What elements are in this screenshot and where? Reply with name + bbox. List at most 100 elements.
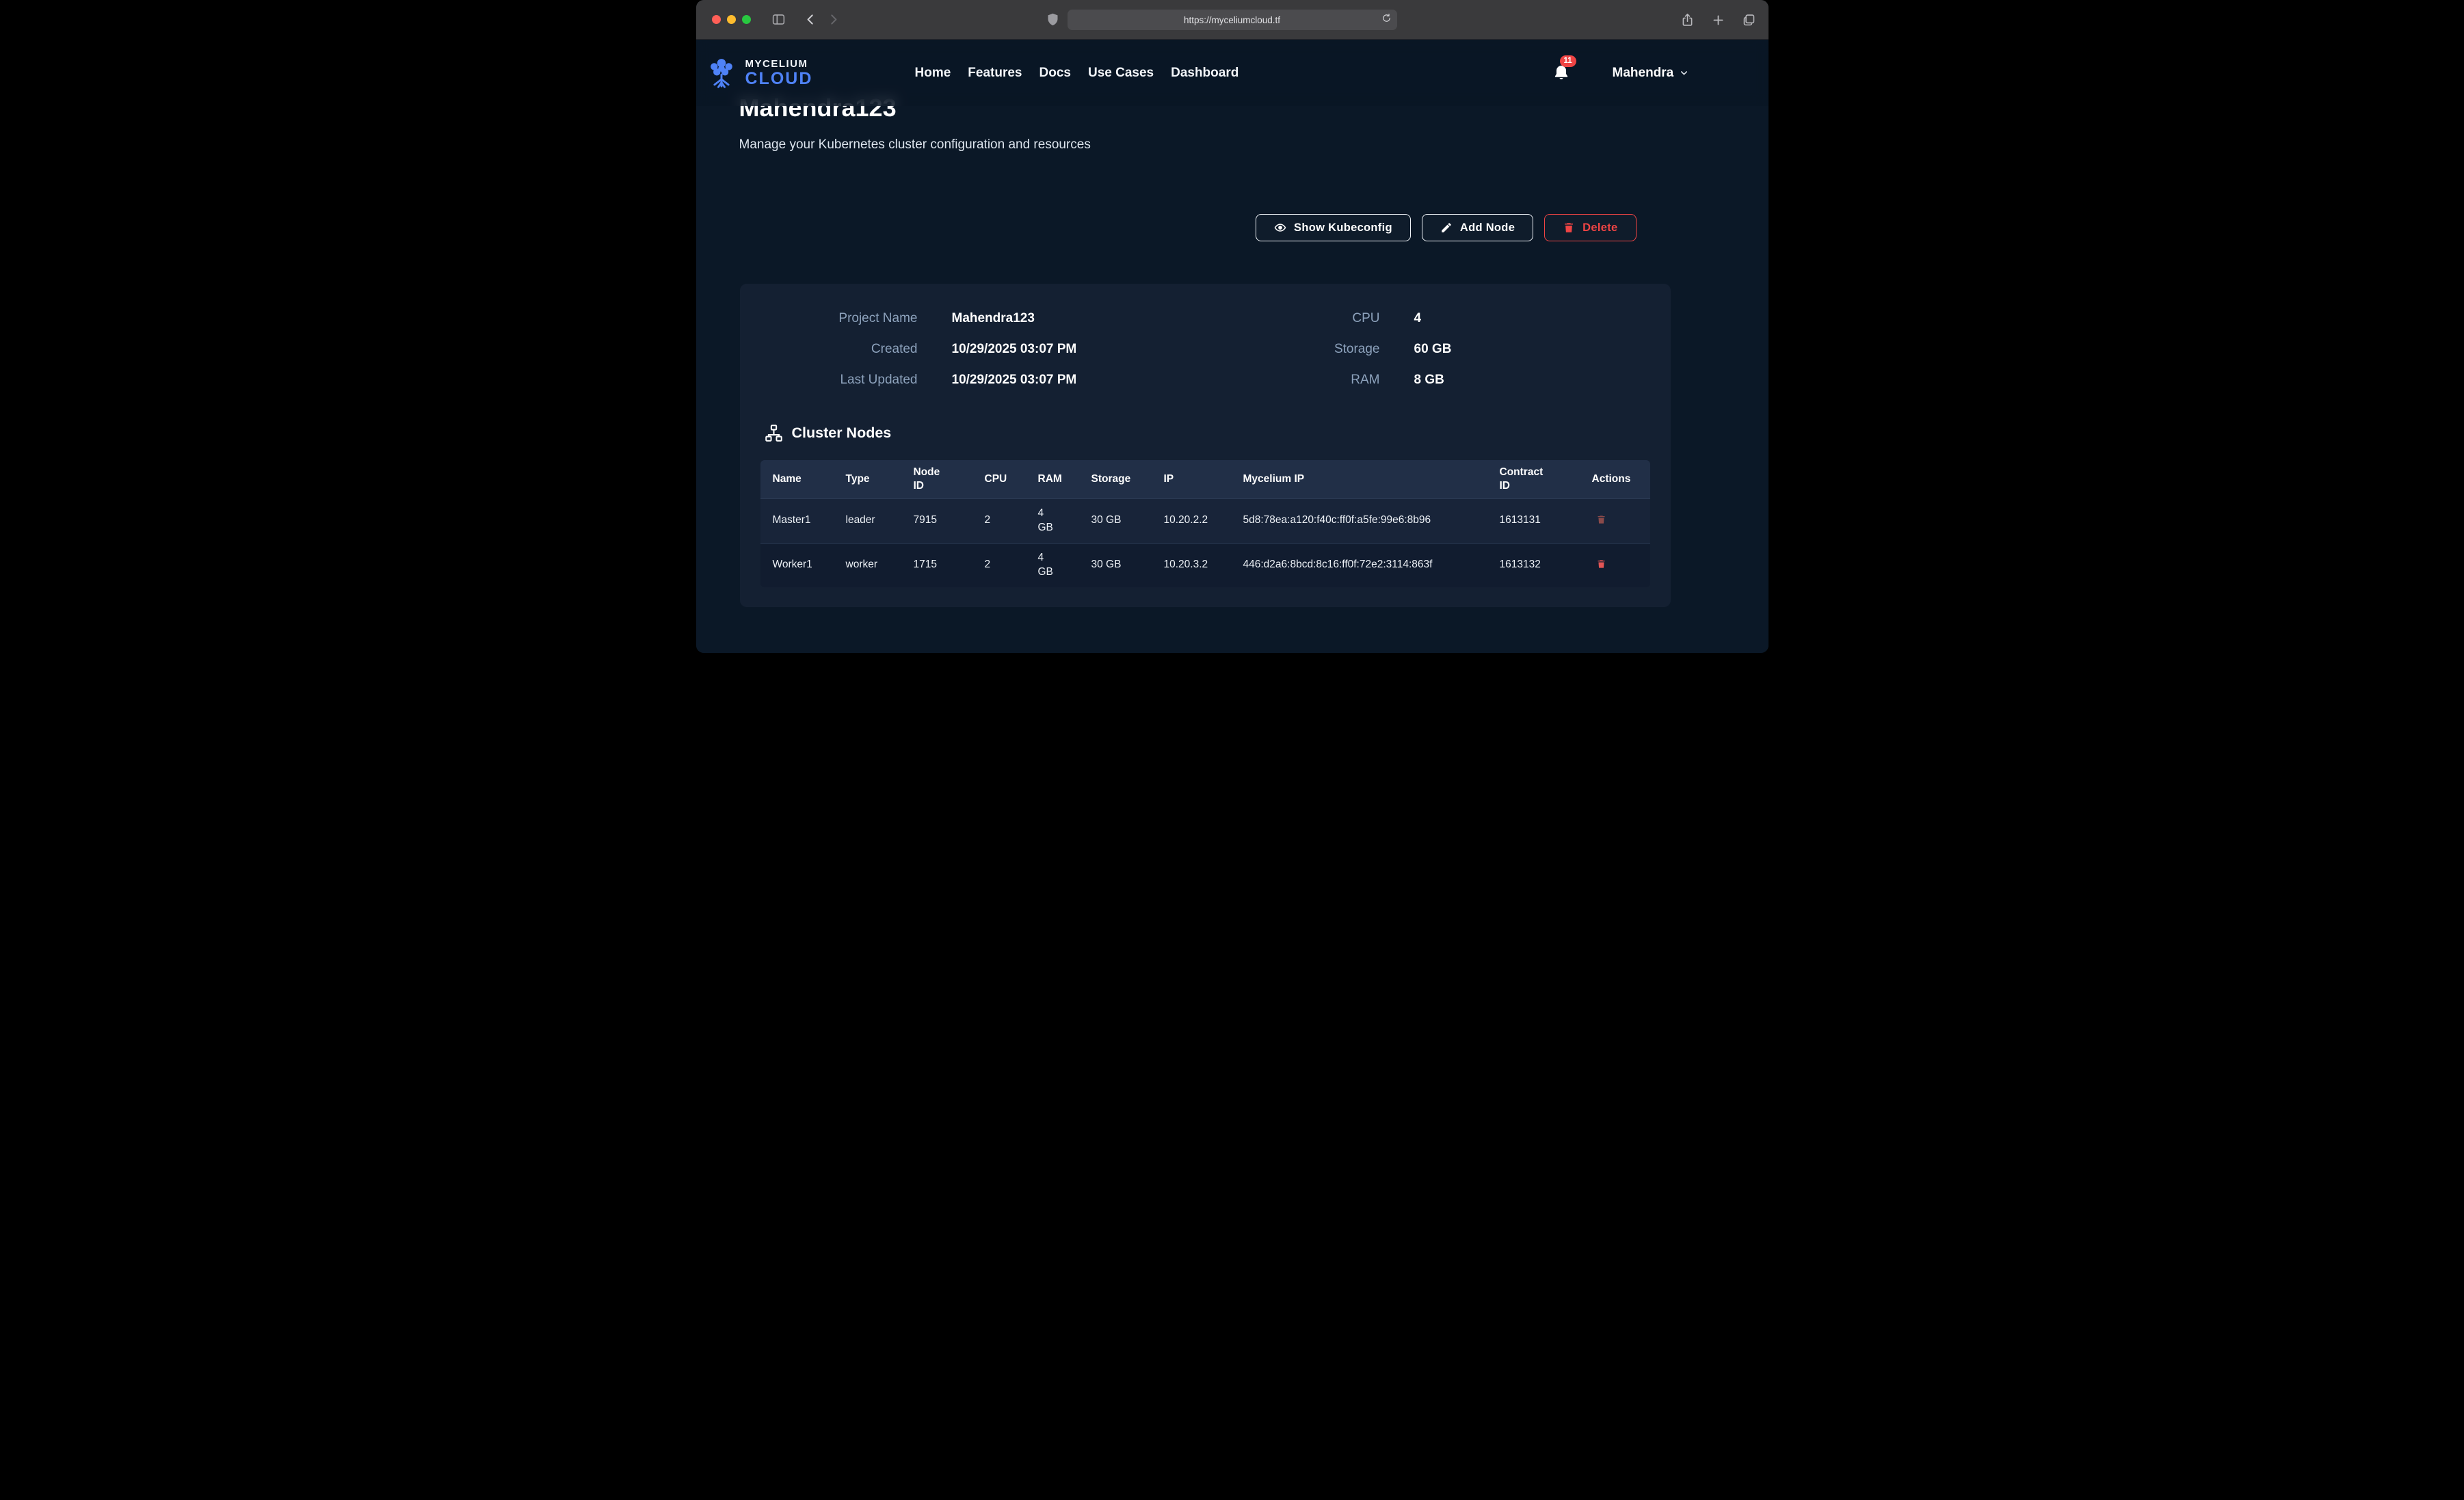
brand-logo-icon (703, 55, 740, 92)
window-controls (712, 15, 751, 24)
detail-value-ram: 8 GB (1380, 364, 1671, 395)
nodes-table-wrap: Name Type Node ID CPU RAM Storage IP Myc… (760, 460, 1650, 587)
nav-item-use-cases[interactable]: Use Cases (1088, 66, 1154, 81)
col-node-id: Node ID (901, 460, 972, 498)
show-kubeconfig-label: Show Kubeconfig (1294, 222, 1392, 235)
brand-wordmark: MYCELIUM CLOUD (745, 59, 813, 88)
cell-type: worker (834, 543, 901, 587)
col-storage: Storage (1079, 460, 1152, 498)
notification-badge: 11 (1560, 55, 1576, 68)
pencil-icon (1440, 222, 1453, 234)
cell-cpu: 2 (972, 498, 1026, 543)
forward-icon[interactable] (826, 12, 840, 27)
nav-item-features[interactable]: Features (968, 66, 1022, 81)
user-name: Mahendra (1613, 66, 1674, 81)
detail-value-project-name: Mahendra123 (918, 303, 1184, 334)
browser-toolbar: https://myceliumcloud.tf (696, 0, 1768, 40)
cell-node-id: 1715 (901, 543, 972, 587)
cell-contract-id: 1613132 (1487, 543, 1580, 587)
cluster-nodes-header: Cluster Nodes (740, 424, 1671, 442)
tab-overview-icon[interactable] (1742, 13, 1756, 27)
table-row: Master1 leader 7915 2 4 GB 30 GB 10.20.2… (760, 498, 1650, 543)
cell-actions (1580, 498, 1650, 543)
cluster-details: Project Name Mahendra123 CPU 4 Created 1… (740, 284, 1671, 395)
detail-label: RAM (1184, 364, 1380, 395)
cluster-actions: Show Kubeconfig Add Node Delete (1256, 214, 1636, 241)
address-bar[interactable]: https://myceliumcloud.tf (1068, 10, 1397, 30)
cell-storage: 30 GB (1079, 498, 1152, 543)
toolbar-right (1680, 0, 1756, 40)
cell-ram: 4 GB (1026, 498, 1079, 543)
delete-node-button[interactable] (1592, 511, 1611, 528)
site-navbar: MYCELIUM CLOUD Home Features Docs Use Ca… (696, 40, 1768, 106)
nav-links: Home Features Docs Use Cases Dashboard (915, 40, 1239, 106)
add-node-label: Add Node (1460, 222, 1515, 235)
detail-label: CPU (1184, 303, 1380, 334)
col-name: Name (760, 460, 834, 498)
nav-item-dashboard[interactable]: Dashboard (1171, 66, 1238, 81)
col-actions: Actions (1580, 460, 1650, 498)
eye-icon (1274, 222, 1286, 234)
trash-icon (1596, 558, 1606, 570)
table-header-row: Name Type Node ID CPU RAM Storage IP Myc… (760, 460, 1650, 498)
detail-label: Storage (1184, 334, 1380, 364)
brand-line2: CLOUD (745, 70, 813, 88)
cell-mycelium-ip: 446:d2a6:8bcd:8c16:ff0f:72e2:3114:863f (1231, 543, 1487, 587)
sidebar-toggle-icon[interactable] (771, 12, 786, 27)
cell-ip: 10.20.2.2 (1152, 498, 1231, 543)
brand-line1: MYCELIUM (745, 59, 813, 69)
col-mycelium-ip: Mycelium IP (1231, 460, 1487, 498)
cluster-nodes-title: Cluster Nodes (792, 425, 892, 442)
cell-ram: 4 GB (1026, 543, 1079, 587)
close-icon[interactable] (712, 15, 721, 24)
chevron-down-icon (1679, 68, 1689, 78)
cell-cpu: 2 (972, 543, 1026, 587)
delete-node-button[interactable] (1592, 555, 1611, 573)
delete-cluster-button[interactable]: Delete (1544, 214, 1636, 241)
cell-contract-id: 1613131 (1487, 498, 1580, 543)
plus-icon[interactable] (1711, 13, 1725, 27)
nav-item-docs[interactable]: Docs (1039, 66, 1071, 81)
url-text: https://myceliumcloud.tf (1184, 15, 1280, 25)
col-ram: RAM (1026, 460, 1079, 498)
detail-value-last-updated: 10/29/2025 03:07 PM (918, 364, 1184, 395)
cell-name: Master1 (760, 498, 834, 543)
col-ip: IP (1152, 460, 1231, 498)
add-node-button[interactable]: Add Node (1422, 214, 1533, 241)
trash-icon (1563, 222, 1575, 234)
col-contract-id: Contract ID (1487, 460, 1580, 498)
col-cpu: CPU (972, 460, 1026, 498)
cell-actions (1580, 543, 1650, 587)
show-kubeconfig-button[interactable]: Show Kubeconfig (1256, 214, 1411, 241)
nodes-table: Name Type Node ID CPU RAM Storage IP Myc… (760, 460, 1650, 587)
nav-item-home[interactable]: Home (915, 66, 951, 81)
user-menu[interactable]: Mahendra (1613, 66, 1690, 81)
cell-storage: 30 GB (1079, 543, 1152, 587)
detail-value-storage: 60 GB (1380, 334, 1671, 364)
zoom-icon[interactable] (742, 15, 751, 24)
table-row: Worker1 worker 1715 2 4 GB 30 GB 10.20.3… (760, 543, 1650, 587)
cell-type: leader (834, 498, 901, 543)
detail-label: Created (740, 334, 918, 364)
cluster-card: Project Name Mahendra123 CPU 4 Created 1… (740, 284, 1671, 607)
page-subtitle: Manage your Kubernetes cluster configura… (739, 137, 1091, 152)
detail-value-created: 10/29/2025 03:07 PM (918, 334, 1184, 364)
sitemap-icon (765, 424, 783, 442)
reload-icon[interactable] (1381, 13, 1392, 23)
share-icon[interactable] (1680, 13, 1695, 27)
back-icon[interactable] (804, 12, 818, 27)
notifications-button[interactable]: 11 (1552, 64, 1570, 82)
cell-node-id: 7915 (901, 498, 972, 543)
shield-icon[interactable] (1046, 12, 1060, 27)
brand-logo[interactable]: MYCELIUM CLOUD (703, 55, 813, 92)
cell-ip: 10.20.3.2 (1152, 543, 1231, 587)
page-viewport: Mahendra123 MYCELIUM CLOUD Home (696, 40, 1768, 653)
detail-label: Project Name (740, 303, 918, 334)
minimize-icon[interactable] (727, 15, 736, 24)
cell-mycelium-ip: 5d8:78ea:a120:f40c:ff0f:a5fe:99e6:8b96 (1231, 498, 1487, 543)
cell-name: Worker1 (760, 543, 834, 587)
col-type: Type (834, 460, 901, 498)
detail-value-cpu: 4 (1380, 303, 1671, 334)
browser-window: https://myceliumcloud.tf Mahendra123 (696, 0, 1768, 653)
trash-icon (1596, 513, 1606, 526)
